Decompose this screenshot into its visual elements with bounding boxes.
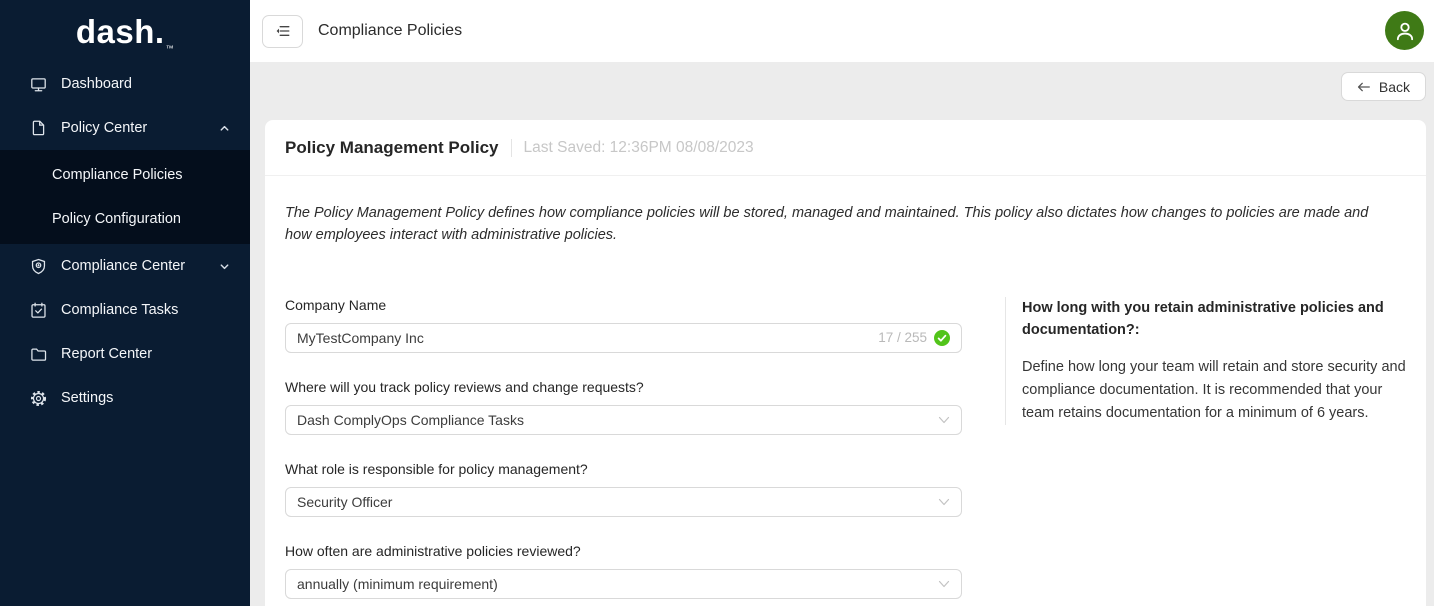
back-button-label: Back bbox=[1379, 79, 1410, 95]
menu-fold-icon bbox=[275, 23, 291, 39]
sidebar-item-label: Report Center bbox=[61, 346, 152, 362]
responsible-role-select[interactable]: Security Officer bbox=[285, 487, 962, 517]
gear-icon bbox=[30, 390, 47, 407]
sidebar-item-label: Compliance Tasks bbox=[61, 302, 178, 318]
field-label: Company Name bbox=[285, 297, 962, 313]
toolbar-row: Back bbox=[250, 72, 1434, 110]
sidebar-item-policy-configuration[interactable]: Policy Configuration bbox=[0, 197, 250, 241]
sidebar-item-label: Compliance Policies bbox=[52, 167, 183, 183]
card-header: Policy Management Policy Last Saved: 12:… bbox=[265, 120, 1426, 176]
app-root: dash.™ Dashboard Po bbox=[0, 0, 1434, 606]
chevron-down-icon bbox=[938, 578, 950, 590]
back-button[interactable]: Back bbox=[1341, 72, 1426, 101]
trademark-symbol: ™ bbox=[166, 44, 175, 53]
chevron-up-icon bbox=[219, 123, 230, 134]
title-divider bbox=[511, 139, 512, 157]
sidebar-item-label: Dashboard bbox=[61, 76, 132, 92]
select-value: Dash ComplyOps Compliance Tasks bbox=[297, 412, 524, 428]
field-track-reviews: Where will you track policy reviews and … bbox=[285, 379, 962, 435]
card-body: The Policy Management Policy defines how… bbox=[265, 176, 1426, 606]
sidebar-item-compliance-center[interactable]: Compliance Center bbox=[0, 244, 250, 288]
select-value: Security Officer bbox=[297, 494, 392, 510]
help-body: Define how long your team will retain an… bbox=[1022, 356, 1406, 426]
input-suffix: 17 / 255 bbox=[878, 330, 950, 346]
main-area: Compliance Policies bbox=[250, 0, 1434, 606]
sidebar-item-settings[interactable]: Settings bbox=[0, 376, 250, 420]
company-name-input[interactable] bbox=[297, 330, 870, 346]
sidebar-item-report-center[interactable]: Report Center bbox=[0, 332, 250, 376]
top-bar: Compliance Policies bbox=[250, 0, 1434, 62]
user-icon bbox=[1392, 18, 1418, 44]
sidebar-nav: Dashboard Policy Center bbox=[0, 62, 250, 420]
check-circle-icon bbox=[934, 330, 950, 346]
field-review-frequency: How often are administrative policies re… bbox=[285, 543, 962, 599]
char-counter: 17 / 255 bbox=[878, 330, 927, 345]
field-label: What role is responsible for policy mana… bbox=[285, 461, 962, 477]
brand-logo: dash.™ bbox=[0, 0, 250, 62]
track-reviews-select[interactable]: Dash ComplyOps Compliance Tasks bbox=[285, 405, 962, 435]
sidebar-item-label: Policy Configuration bbox=[52, 211, 181, 227]
arrow-left-icon bbox=[1357, 80, 1371, 94]
policy-center-submenu: Compliance Policies Policy Configuration bbox=[0, 150, 250, 244]
help-heading: How long with you retain administrative … bbox=[1022, 297, 1406, 342]
select-value: annually (minimum requirement) bbox=[297, 576, 498, 592]
policy-card: Policy Management Policy Last Saved: 12:… bbox=[265, 120, 1426, 606]
policy-description: The Policy Management Policy defines how… bbox=[285, 202, 1397, 247]
field-label: How often are administrative policies re… bbox=[285, 543, 962, 559]
field-company-name: Company Name 17 / 255 bbox=[285, 297, 962, 353]
field-label: Where will you track policy reviews and … bbox=[285, 379, 962, 395]
monitor-icon bbox=[30, 76, 47, 93]
content-area: Back Policy Management Policy Last Saved… bbox=[250, 62, 1434, 606]
company-name-input-wrapper: 17 / 255 bbox=[285, 323, 962, 353]
review-frequency-select[interactable]: annually (minimum requirement) bbox=[285, 569, 962, 599]
sidebar-item-dashboard[interactable]: Dashboard bbox=[0, 62, 250, 106]
sidebar-item-label: Policy Center bbox=[61, 120, 147, 136]
sidebar-item-compliance-tasks[interactable]: Compliance Tasks bbox=[0, 288, 250, 332]
sidebar-item-label: Compliance Center bbox=[61, 258, 185, 274]
sidebar-item-policy-center[interactable]: Policy Center bbox=[0, 106, 250, 150]
sidebar-toggle-button[interactable] bbox=[262, 15, 303, 48]
help-panel: How long with you retain administrative … bbox=[1005, 297, 1406, 426]
field-responsible-role: What role is responsible for policy mana… bbox=[285, 461, 962, 517]
page-title: Compliance Policies bbox=[318, 22, 462, 40]
calendar-check-icon bbox=[30, 302, 47, 319]
folder-icon bbox=[30, 346, 47, 363]
last-saved-text: Last Saved: 12:36PM 08/08/2023 bbox=[524, 139, 754, 157]
policy-form: Company Name 17 / 255 bbox=[285, 297, 962, 606]
shield-icon bbox=[30, 258, 47, 275]
chevron-down-icon bbox=[219, 261, 230, 272]
document-icon bbox=[30, 120, 47, 137]
sidebar-item-label: Settings bbox=[61, 390, 113, 406]
sidebar: dash.™ Dashboard Po bbox=[0, 0, 250, 606]
chevron-down-icon bbox=[938, 496, 950, 508]
user-avatar[interactable] bbox=[1385, 11, 1424, 50]
sidebar-item-compliance-policies[interactable]: Compliance Policies bbox=[0, 153, 250, 197]
card-title: Policy Management Policy bbox=[285, 138, 499, 158]
chevron-down-icon bbox=[938, 414, 950, 426]
brand-logo-text: dash. bbox=[76, 13, 165, 51]
